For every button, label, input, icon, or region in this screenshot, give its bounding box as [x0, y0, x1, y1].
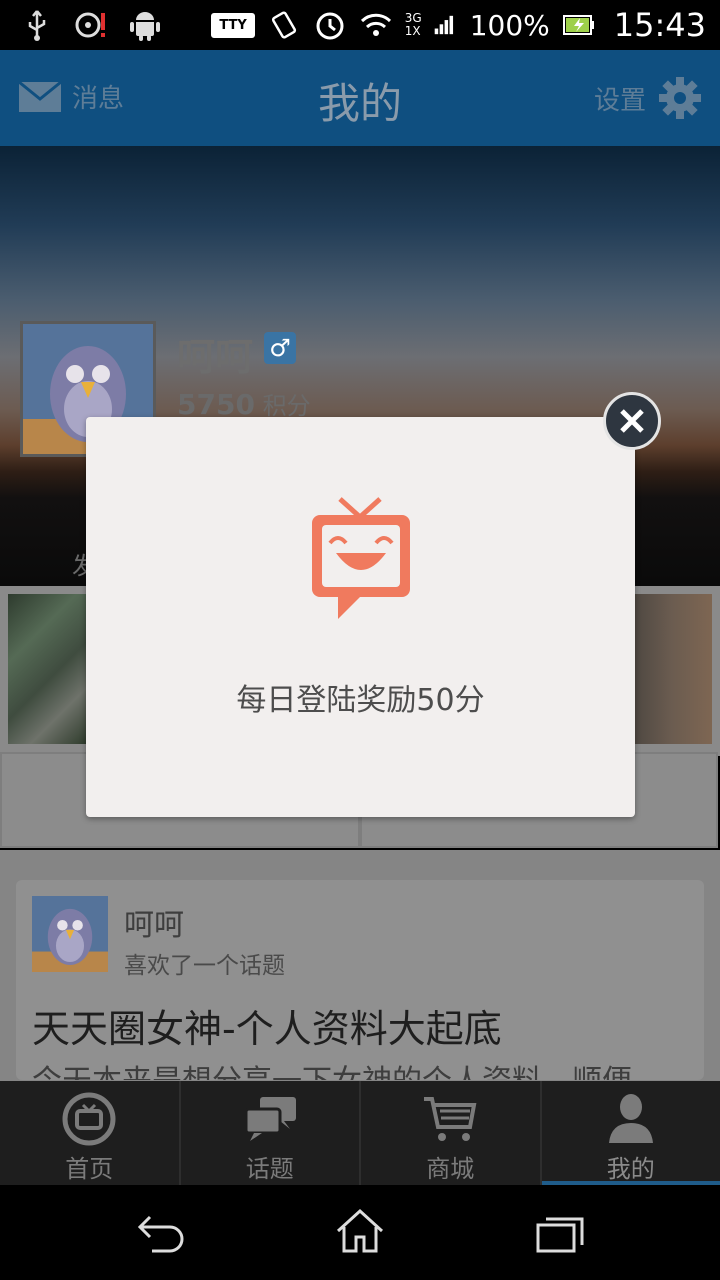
- points-display: 5750 积分: [177, 386, 311, 421]
- nav-label: 话题: [245, 1155, 294, 1183]
- recent-apps-icon[interactable]: [530, 1205, 590, 1259]
- feed-username[interactable]: 呵呵: [124, 900, 184, 944]
- cart-icon: [424, 1097, 477, 1141]
- bird-avatar-image: [32, 896, 108, 972]
- points-unit: 积分: [262, 392, 311, 420]
- android-icon: [130, 12, 160, 41]
- status-bar: TTY 3G 1X 100% 15:43: [0, 0, 720, 50]
- system-nav-bar: [0, 1185, 720, 1280]
- bottom-nav: 首页 话题 商城 我的: [0, 1081, 720, 1185]
- app-header: 消息 我的 设置: [0, 50, 720, 146]
- smiling-tv-icon: [312, 497, 410, 619]
- home-icon[interactable]: [330, 1205, 390, 1259]
- gear-icon: [659, 77, 701, 119]
- tv-home-icon: [62, 1092, 116, 1146]
- username: 呵呵: [177, 335, 254, 379]
- daily-reward-dialog: 每日登陆奖励50分: [86, 417, 635, 817]
- nav-label: 商城: [426, 1155, 475, 1183]
- nav-item-shop[interactable]: 商城: [361, 1081, 542, 1185]
- alarm-icon: [316, 12, 344, 40]
- person-icon: [608, 1094, 653, 1143]
- feed-card[interactable]: 呵呵 喜欢了一个话题 天天圈女神-个人资料大起底 今天本来是想分享一下女神的个人…: [16, 880, 704, 1080]
- nav-item-topics[interactable]: 话题: [181, 1081, 361, 1185]
- nav-item-home[interactable]: 首页: [0, 1081, 181, 1185]
- settings-label: 设置: [593, 85, 646, 116]
- battery-charging-icon: [562, 15, 594, 35]
- gender-male-icon: ♂: [264, 332, 296, 364]
- feed-title[interactable]: 天天圈女神-个人资料大起底: [32, 998, 502, 1053]
- close-icon: [620, 409, 644, 433]
- nav-label: 我的: [606, 1155, 655, 1183]
- photo-thumbnail[interactable]: [8, 594, 88, 744]
- feed-avatar[interactable]: [32, 896, 108, 972]
- signal-icon: [434, 15, 453, 35]
- battery-percent: 100%: [469, 8, 550, 42]
- back-icon[interactable]: [130, 1205, 190, 1259]
- chat-bubbles-icon: [244, 1097, 296, 1141]
- vibrate-icon: [271, 11, 296, 39]
- wifi-icon: [360, 13, 391, 36]
- tty-indicator: TTY: [211, 12, 255, 38]
- clock: 15:43: [613, 6, 706, 44]
- sd-card-warning-icon: [75, 12, 105, 38]
- nav-item-mine[interactable]: 我的: [541, 1081, 720, 1185]
- nav-label: 首页: [65, 1155, 114, 1183]
- feed-excerpt: 今天本来是想分享一下女神的个人资料，顺便: [32, 1056, 632, 1080]
- photo-thumbnail[interactable]: [632, 594, 712, 744]
- network-type: 3G 1X: [404, 11, 422, 38]
- settings-button[interactable]: 设置: [594, 76, 702, 120]
- close-dialog-button[interactable]: [603, 392, 661, 450]
- reward-message: 每日登陆奖励50分: [236, 683, 485, 718]
- usb-icon: [28, 10, 46, 41]
- feed-action: 喜欢了一个话题: [124, 953, 285, 979]
